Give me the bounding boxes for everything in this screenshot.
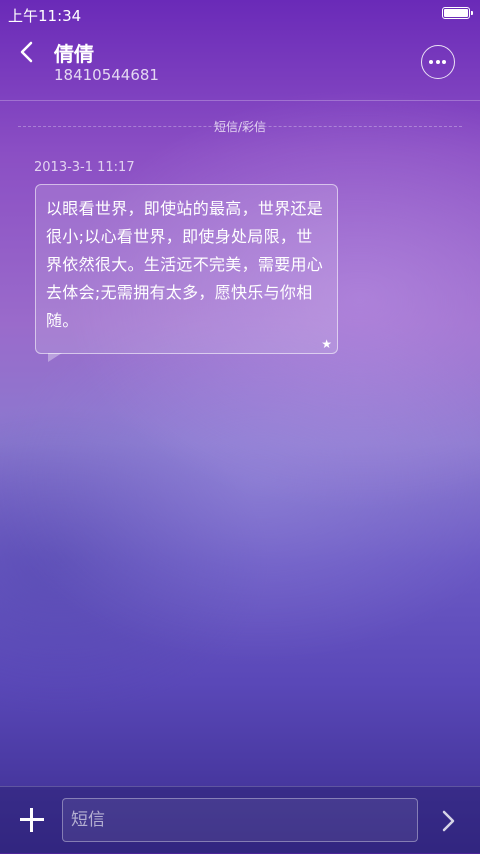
status-bar: 上午11:34 [0,0,480,28]
more-horizontal-icon [429,60,433,64]
message-timestamp: 2013-3-1 11:17 [34,160,135,175]
channel-label-text: 短信/彩信 [213,120,267,134]
back-button[interactable] [14,38,42,68]
chevron-left-icon [20,41,33,63]
contact-name: 倩倩 [54,42,94,66]
add-attachment-button[interactable] [20,808,44,832]
more-dot [435,60,440,64]
channel-label: 短信/彩信 [200,118,280,135]
status-time: 上午11:34 [8,7,82,25]
contact-number: 18410544681 [54,66,159,84]
composer-bar [0,786,480,854]
battery-full-icon [442,7,473,19]
message-bubble[interactable]: 以眼看世界，即使站的最高，世界还是很小;以心看世界，即使身处局限，世界依然很大。… [35,184,338,362]
message-text: 以眼看世界，即使站的最高，世界还是很小;以心看世界，即使身处局限，世界依然很大。… [46,199,324,330]
conversation-header: 倩倩 18410544681 [0,28,480,101]
message-input[interactable] [62,798,418,842]
chevron-right-icon [442,810,455,832]
send-button[interactable] [436,807,460,835]
bubble-tail [48,353,62,362]
star-icon: ★ [321,337,332,351]
more-button[interactable] [421,45,455,79]
more-dot [442,60,446,64]
